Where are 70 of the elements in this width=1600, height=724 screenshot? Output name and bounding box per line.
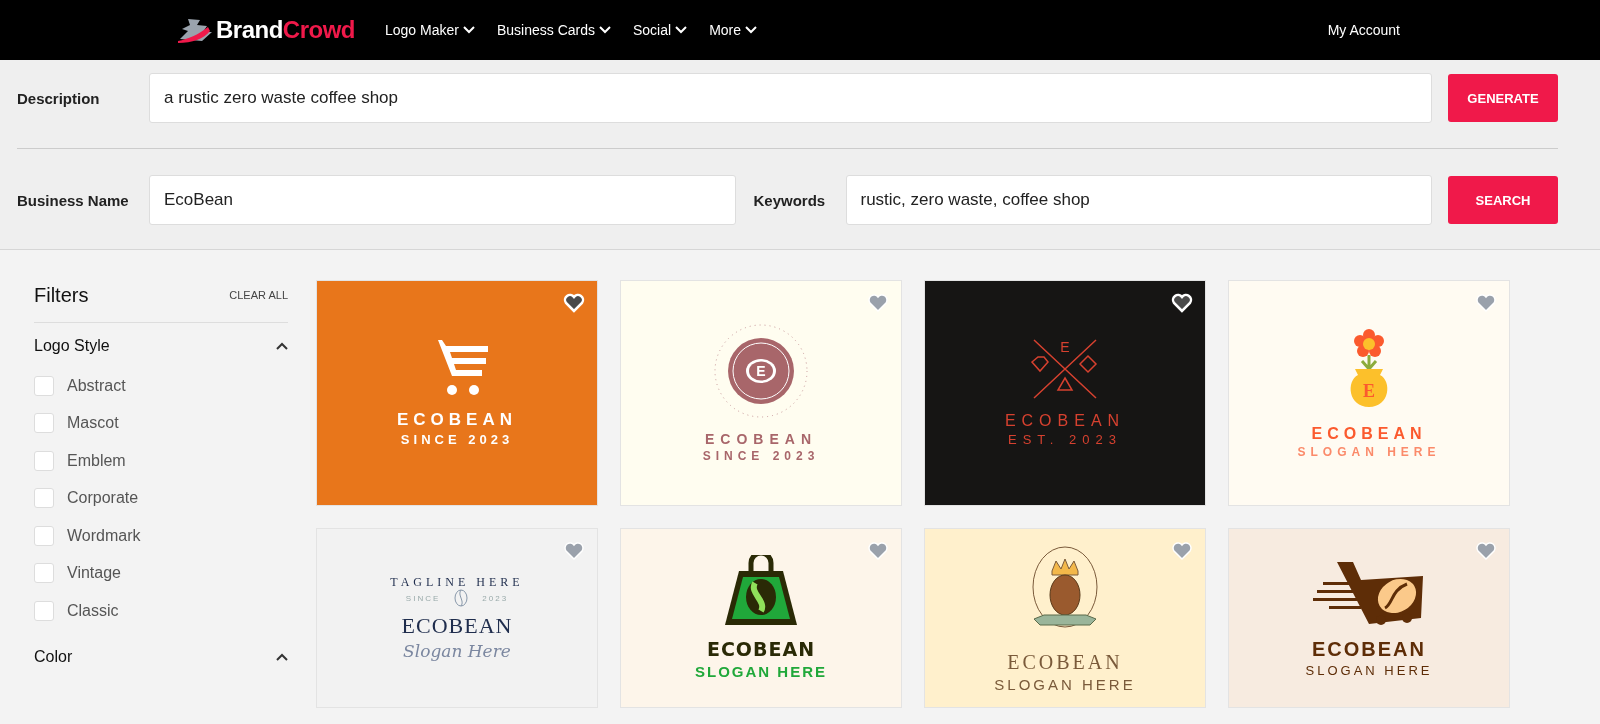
checkbox-label: Vintage	[67, 564, 121, 583]
search-button[interactable]: SEARCH	[1448, 176, 1558, 224]
checkbox-label: Wordmark	[67, 526, 141, 545]
description-field[interactable]: a rustic zero waste coffee shop	[149, 73, 1432, 123]
chevron-down-icon	[745, 26, 758, 34]
logo-tagline-text: SINCE 2023	[702, 448, 820, 464]
logo-card[interactable]: ECOBEAN SLOGAN HERE	[924, 528, 1206, 708]
logo-card[interactable]: TAGLINE HERE SINCE 2023 ECOBEAN Slogan Here	[316, 528, 598, 708]
nav-menu-link[interactable]: More	[709, 22, 758, 38]
checkbox-label: Classic	[67, 601, 119, 620]
monogram-letter: E	[1060, 339, 1070, 355]
logo-year-text: 2023	[482, 593, 509, 604]
logo-tagline-text: SINCE 2023	[400, 431, 514, 448]
logo-name-text: ECOBEAN	[705, 430, 817, 447]
nav-menu-link[interactable]: Social	[633, 22, 688, 38]
coffee-bean-icon	[454, 589, 469, 608]
checkbox[interactable]	[34, 450, 54, 471]
filters-title: Filters	[34, 283, 89, 307]
field-label: Business Name	[17, 191, 130, 209]
heart-icon[interactable]	[1171, 293, 1193, 313]
checkbox-label: Abstract	[67, 376, 126, 395]
collapse-icon	[276, 342, 288, 350]
field-label: Keywords	[753, 191, 827, 209]
logo-card[interactable]: ECOBEAN SLOGAN HERE	[620, 528, 902, 708]
brand-name[interactable]: BrandCrowd	[216, 16, 355, 44]
logo-name-text: ECOBEAN	[1311, 424, 1427, 443]
chevron-down-icon	[599, 26, 611, 34]
checkbox-label: Mascot	[67, 414, 119, 433]
logo-name-text: ECOBEAN	[1007, 650, 1123, 674]
logo-name-text: ECOBEAN	[1312, 637, 1426, 661]
logo-card[interactable]: ECOBEAN SLOGAN HERE	[1228, 528, 1510, 708]
logo-tagline-text: EST. 2023	[1008, 432, 1122, 448]
account-link[interactable]: My Account	[1327, 22, 1400, 38]
logo-tagline-text: SLOGAN HERE	[1305, 662, 1433, 679]
clear-all-link[interactable]: CLEAR ALL	[229, 289, 288, 301]
checkbox-label: Emblem	[67, 451, 126, 470]
logo-tagline-text: SLOGAN HERE	[695, 662, 827, 681]
filter-section-title[interactable]: Logo Style	[34, 337, 110, 355]
business-name-field[interactable]: EcoBean	[149, 175, 736, 225]
checkbox[interactable]	[34, 525, 54, 546]
monogram-letter: E	[1363, 380, 1375, 401]
chevron-down-icon	[462, 26, 475, 34]
logo-card[interactable]: E ECOBEAN EST. 2023	[924, 280, 1206, 506]
logo-name-text: ECOBEAN	[706, 639, 816, 661]
logo-card[interactable]: E ECOBEAN SINCE 2023	[620, 280, 902, 506]
brand-logo-icon	[178, 17, 212, 43]
checkbox[interactable]	[34, 375, 54, 396]
checkbox[interactable]	[34, 600, 54, 621]
logo-name-text: ECOBEAN	[1004, 412, 1126, 431]
checkbox[interactable]	[34, 413, 54, 434]
logo-name-text: ECOBEAN	[401, 613, 513, 639]
logo-name-text: ECOBEAN	[397, 410, 517, 430]
filter-section-title[interactable]: Color	[34, 647, 73, 666]
heart-icon[interactable]	[563, 293, 585, 313]
field-label: Description	[17, 89, 101, 107]
monogram-letter: E	[756, 362, 766, 379]
keywords-field[interactable]: rustic, zero waste, coffee shop	[845, 175, 1432, 225]
logo-tagline-text: SLOGAN HERE	[994, 675, 1136, 694]
logo-arc-text: TAGLINE HERE	[390, 574, 524, 590]
checkbox-label: Corporate	[67, 489, 139, 508]
chevron-down-icon	[675, 26, 688, 34]
nav-menu-link[interactable]: Business Cards	[496, 22, 611, 38]
logo-tagline-text: Slogan Here	[403, 640, 511, 662]
checkbox[interactable]	[34, 488, 54, 509]
checkbox[interactable]	[34, 563, 54, 584]
collapse-icon	[276, 652, 288, 661]
generate-button[interactable]: GENERATE	[1448, 74, 1558, 122]
nav-menu-link[interactable]: Logo Maker	[385, 22, 475, 38]
logo-tagline-text: SLOGAN HERE	[1297, 445, 1441, 460]
logo-since-text: SINCE	[405, 593, 441, 604]
